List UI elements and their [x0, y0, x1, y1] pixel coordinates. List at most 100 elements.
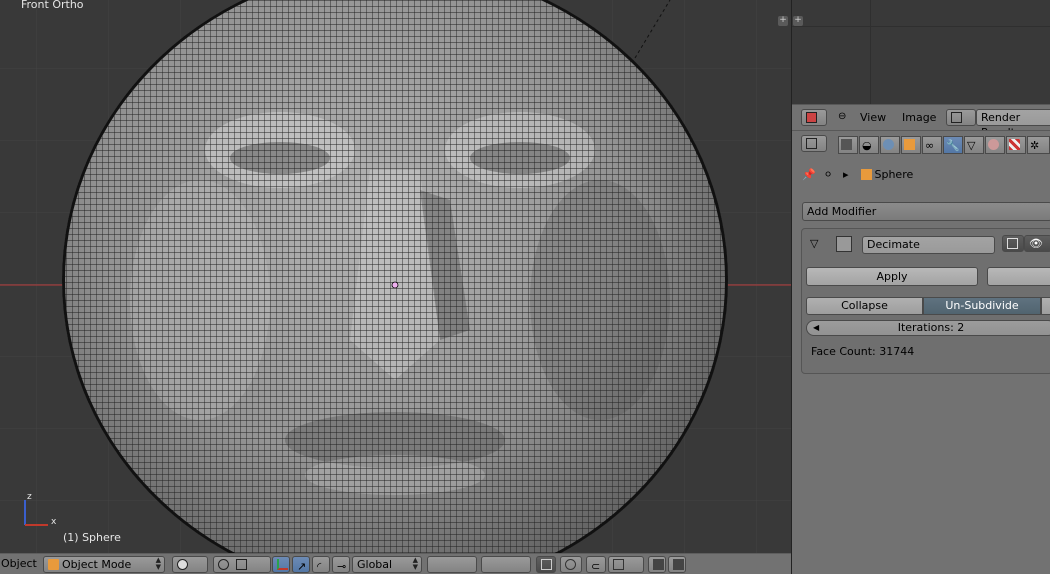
view-name-label: Front Ortho: [21, 0, 84, 11]
material-icon: [988, 139, 999, 150]
axis-x-label: x: [51, 517, 57, 527]
scale-manipulator-button[interactable]: ⊸: [332, 556, 350, 573]
tab-data[interactable]: ▽: [964, 136, 984, 154]
particles-icon: ✲: [1030, 139, 1040, 152]
properties-header: ◒ ∞ 🔧 ▽ ✲: [792, 130, 1050, 158]
rotate-icon: ◜: [317, 560, 322, 573]
snap-toggle[interactable]: ⊂: [586, 556, 606, 573]
image-editor-header: ⊖ View Image Render Result: [792, 104, 1050, 139]
tab-texture[interactable]: [1006, 136, 1026, 154]
translate-manipulator-button[interactable]: ↗: [292, 556, 310, 573]
snap-element-selector[interactable]: [608, 556, 644, 573]
collapse-triangle-icon[interactable]: ▽: [810, 237, 818, 250]
pivot-point-selector[interactable]: [213, 556, 271, 573]
iterations-slider[interactable]: ◀ Iterations: 2: [806, 320, 1050, 336]
object-menu[interactable]: Object: [1, 557, 37, 570]
split-area-icon[interactable]: +: [778, 16, 788, 26]
wrench-icon: 🔧: [946, 139, 960, 152]
decrement-arrow-icon[interactable]: ◀: [813, 321, 819, 335]
camera-icon: [653, 559, 664, 570]
camera-icon: [1007, 238, 1018, 249]
dropdown-arrows-icon: ▲ ▼: [412, 556, 418, 571]
arrow-icon: ↗: [297, 560, 307, 573]
mode-unsubdivide-button[interactable]: Un-Subdivide: [923, 297, 1041, 315]
3d-view-header: Object Object Mode ▲ ▼ ↗ ◜ ⊸ Global ▲ ▼ ⊂: [0, 553, 791, 574]
add-modifier-button[interactable]: Add Modifier: [802, 202, 1050, 221]
tab-object[interactable]: [901, 136, 921, 154]
menu-view[interactable]: View: [860, 111, 886, 124]
mode-label: Object Mode: [62, 558, 132, 571]
copy-button[interactable]: [987, 267, 1050, 286]
tab-scene[interactable]: ◒: [859, 136, 879, 154]
scale-icon: ⊸: [337, 560, 347, 573]
tab-render[interactable]: [838, 136, 858, 154]
menu-image[interactable]: Image: [902, 111, 936, 124]
tab-material[interactable]: [985, 136, 1005, 154]
proportional-icon: [565, 559, 576, 570]
image-editor-area[interactable]: +: [792, 0, 1050, 104]
lock-icon: [541, 559, 552, 570]
snap-grid-icon: [613, 559, 624, 570]
transform-orientation-selector[interactable]: Global ▲ ▼: [352, 556, 422, 573]
rotate-manipulator-button[interactable]: ◜: [312, 556, 330, 573]
pin-icon[interactable]: 📌: [802, 168, 816, 181]
scene-icon: ◒: [862, 139, 872, 152]
viewport-shading-selector[interactable]: [172, 556, 208, 573]
render-animation-button[interactable]: [668, 556, 686, 573]
apply-button[interactable]: Apply: [806, 267, 978, 286]
scene-icon: ⚪: [823, 168, 833, 181]
camera-icon: [841, 139, 852, 150]
active-object-label: (1) Sphere: [63, 531, 121, 544]
modifier-name-field[interactable]: Decimate: [862, 236, 995, 254]
dropdown-arrows-icon: ▲ ▼: [155, 556, 161, 571]
manipulator-axes-icon: [277, 559, 288, 570]
decimate-modifier-icon: [836, 236, 852, 252]
breadcrumb-object-name: Sphere: [874, 168, 914, 181]
texture-icon: [1009, 139, 1020, 150]
breadcrumb-chevron-icon: ▸: [843, 168, 849, 181]
layer-buttons-a[interactable]: [427, 556, 477, 573]
image-editor-icon: [806, 112, 817, 123]
properties-panel: 📌 ⚪ ▸ Sphere Add Modifier ▽ Decimate 👁 A…: [792, 158, 1050, 574]
iterations-value: Iterations: 2: [897, 321, 965, 334]
mesh-data-icon: ▽: [967, 139, 976, 152]
render-visibility-toggle[interactable]: [1002, 235, 1024, 252]
tab-modifiers[interactable]: 🔧: [943, 136, 963, 154]
editor-type-selector[interactable]: [801, 109, 827, 126]
layer-buttons-b[interactable]: [481, 556, 531, 573]
tab-particles[interactable]: ✲: [1027, 136, 1050, 154]
3d-viewport[interactable]: z x Front Ortho (1) Sphere +: [0, 0, 791, 553]
cube-icon: [904, 139, 915, 150]
render-button[interactable]: [648, 556, 666, 573]
image-browse-button[interactable]: [946, 109, 976, 126]
face-count-label: Face Count: 31744: [811, 345, 915, 358]
lock-layers-button[interactable]: [536, 556, 556, 573]
eye-icon: 👁: [1029, 237, 1043, 250]
magnet-icon: ⊂: [591, 560, 601, 573]
orientation-label: Global: [357, 558, 393, 571]
modifier-header: ▽ Decimate 👁: [802, 229, 1050, 261]
tab-world[interactable]: [880, 136, 900, 154]
proportional-edit-button[interactable]: [560, 556, 582, 573]
mode-selector[interactable]: Object Mode ▲ ▼: [43, 556, 165, 573]
mode-collapse-button[interactable]: Collapse: [806, 297, 923, 315]
axis-z-label: z: [27, 492, 32, 502]
pivot-icon: [218, 559, 229, 570]
object-origin: [391, 281, 399, 289]
image-icon: [951, 112, 962, 123]
object-mode-icon: [48, 559, 59, 570]
solid-shading-icon: [177, 559, 188, 570]
tab-constraints[interactable]: ∞: [922, 136, 942, 154]
transform-manipulator-toggle[interactable]: [272, 556, 290, 573]
editor-type-selector-props[interactable]: [801, 135, 827, 152]
mode-planar-button[interactable]: [1041, 297, 1050, 315]
viewport-visibility-toggle[interactable]: 👁: [1024, 235, 1050, 252]
properties-icon: [806, 138, 817, 149]
viewport-canvas: z x: [0, 0, 791, 553]
clapper-icon: [673, 559, 684, 570]
collapse-menu-icon[interactable]: ⊖: [838, 111, 846, 122]
image-name-field[interactable]: Render Result: [976, 109, 1050, 139]
split-area-icon[interactable]: +: [793, 16, 803, 26]
modifier-panel-decimate: ▽ Decimate 👁 Apply Collapse Un-Subdivide…: [801, 228, 1050, 374]
world-icon: [883, 139, 894, 150]
